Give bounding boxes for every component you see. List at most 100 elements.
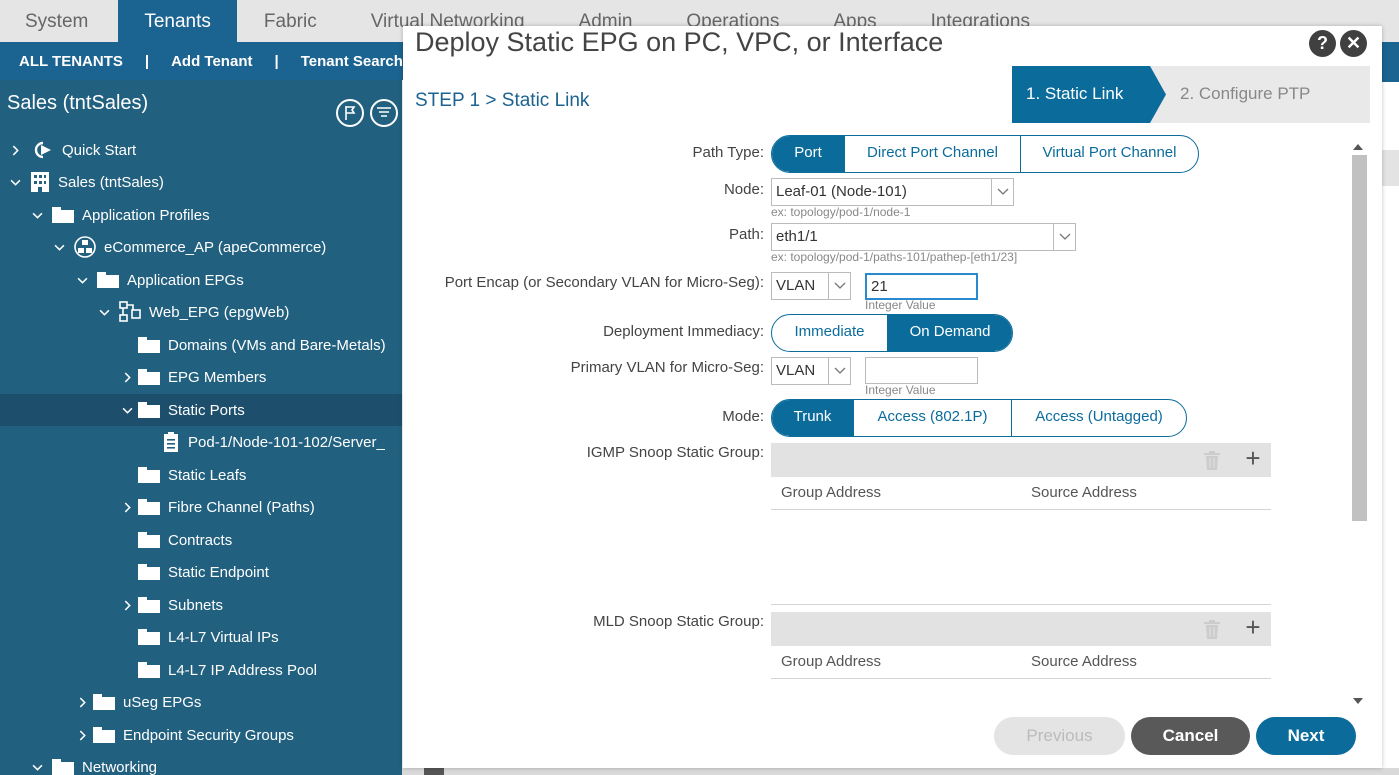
dialog-title: Deploy Static EPG on PC, VPC, or Interfa… [415,27,944,57]
background-header [1382,42,1399,82]
mode-access-untagged-option[interactable]: Access (Untagged) [1011,400,1186,436]
tree-item-application-epgs[interactable]: Application EPGs [0,264,402,296]
tree-item-endpoint-security-groups[interactable]: Endpoint Security Groups [0,719,402,751]
mld-column-group-address[interactable]: Group Address [781,653,881,670]
add-tenant-link[interactable]: Add Tenant [171,53,252,70]
chevron-right-icon[interactable] [75,695,89,709]
tree-item-l4-l7-virtual-ips[interactable]: L4-L7 Virtual IPs [0,621,402,653]
path-label: Path: [728,226,764,243]
primary-vlan-type-select[interactable]: VLAN [771,357,851,385]
path-type-direct-port-channel-option[interactable]: Direct Port Channel [844,136,1020,172]
wizard-step-configure-ptp[interactable]: 2. Configure PTP [1180,66,1310,121]
path-type-port-option[interactable]: Port [772,136,844,172]
tree-item-domains[interactable]: Domains (VMs and Bare-Metals) [0,329,402,361]
tree-item-application-profiles[interactable]: Application Profiles [0,199,402,231]
folder-icon [138,564,160,580]
tree-item-static-port-entry[interactable]: Pod-1/Node-101-102/Server_ [0,426,402,458]
trash-icon[interactable] [1201,449,1223,471]
chevron-right-icon[interactable] [75,728,89,742]
document-icon [164,432,178,452]
deployment-immediacy-label: Deployment Immediacy: [603,323,764,340]
chevron-down-icon[interactable] [75,273,89,287]
chevron-down-icon[interactable] [1053,224,1075,250]
mode-access-8021p-option[interactable]: Access (802.1P) [853,400,1011,436]
cancel-button[interactable]: Cancel [1131,717,1250,755]
mld-table-toolbar: + [771,612,1271,646]
chevron-right-icon[interactable] [8,143,22,157]
chevron-down-icon[interactable] [828,358,850,384]
tree-item-label: Networking [82,758,158,775]
tree-item-static-leafs[interactable]: Static Leafs [0,459,402,491]
tree-item-tenant[interactable]: Sales (tntSales) [0,166,402,198]
tree-item-label: Static Endpoint [168,563,269,581]
folder-icon [138,629,160,645]
folder-icon [52,207,74,223]
path-select-value: eth1/1 [776,228,818,245]
port-encap-type-select[interactable]: VLAN [771,272,851,300]
all-tenants-link[interactable]: ALL TENANTS [19,53,123,70]
plus-icon[interactable]: + [1241,614,1265,640]
trash-icon[interactable] [1201,618,1223,640]
mld-snoop-label: MLD Snoop Static Group: [593,613,764,630]
primary-vlan-input[interactable] [865,357,978,384]
tree-item-epg-members[interactable]: EPG Members [0,361,402,393]
flag-icon[interactable] [336,99,364,127]
mode-trunk-option[interactable]: Trunk [772,400,853,436]
tab-system[interactable]: System [0,0,118,42]
tab-tenants[interactable]: Tenants [118,0,237,42]
tree-item-fibre-channel[interactable]: Fibre Channel (Paths) [0,491,402,523]
chevron-right-icon[interactable] [120,500,134,514]
deployment-on-demand-option[interactable]: On Demand [887,315,1012,351]
folder-icon [93,694,115,710]
tree-item-web-epg[interactable]: Web_EPG (epgWeb) [0,296,402,328]
tree-item-useg-epgs[interactable]: uSeg EPGs [0,686,402,718]
folder-icon [97,272,119,288]
help-button[interactable]: ? [1309,30,1336,57]
scroll-up-icon[interactable] [1353,144,1363,150]
port-encap-label: Port Encap (or Secondary VLAN for Micro-… [444,274,764,291]
plus-icon[interactable]: + [1241,445,1265,471]
port-encap-vlan-input[interactable]: 21 [865,273,978,300]
path-select[interactable]: eth1/1 [771,223,1076,251]
tree-item-ecommerce-ap[interactable]: eCommerce_AP (apeCommerce) [0,231,402,263]
background-scrollbar [402,768,1399,775]
deployment-immediate-option[interactable]: Immediate [772,315,887,351]
chevron-down-icon[interactable] [30,760,44,774]
igmp-column-source-address[interactable]: Source Address [1031,484,1137,501]
chevron-down-icon[interactable] [30,208,44,222]
tree-item-contracts[interactable]: Contracts [0,524,402,556]
scroll-down-icon[interactable] [1353,698,1363,704]
wizard-step-static-link[interactable]: 1. Static Link [1012,66,1166,123]
chevron-down-icon[interactable] [8,175,22,189]
form-scrollbar[interactable] [1348,139,1369,707]
tree-item-static-ports[interactable]: Static Ports [0,394,402,426]
scrollbar-thumb[interactable] [1352,155,1367,521]
chevron-down-icon[interactable] [991,179,1013,205]
tree-item-label: Application EPGs [127,271,244,289]
mld-column-source-address[interactable]: Source Address [1031,653,1137,670]
node-select[interactable]: Leaf-01 (Node-101) [771,178,1014,206]
deploy-static-epg-dialog: Deploy Static EPG on PC, VPC, or Interfa… [403,26,1382,768]
igmp-column-group-address[interactable]: Group Address [781,484,881,501]
chevron-down-icon[interactable] [120,403,134,417]
chevron-down-icon[interactable] [52,240,66,254]
wizard-steps: 1. Static Link 2. Configure PTP [1012,66,1370,123]
previous-button[interactable]: Previous [994,717,1125,755]
filter-icon[interactable] [370,99,398,127]
tree-item-static-endpoint[interactable]: Static Endpoint [0,556,402,588]
tab-fabric[interactable]: Fabric [237,0,344,42]
tree-item-label: Static Leafs [168,466,247,484]
next-button[interactable]: Next [1256,717,1356,755]
tree-item-networking[interactable]: Networking [0,751,402,775]
tree-item-quick-start[interactable]: Quick Start [0,134,402,166]
close-button[interactable]: ✕ [1340,30,1367,57]
tree-item-l4-l7-ip-pool[interactable]: L4-L7 IP Address Pool [0,654,402,686]
tree-item-subnets[interactable]: Subnets [0,589,402,621]
tree-item-label: Sales (tntSales) [58,173,164,191]
chevron-down-icon[interactable] [97,305,111,319]
chevron-right-icon[interactable] [120,598,134,612]
folder-icon [138,499,160,515]
path-type-virtual-port-channel-option[interactable]: Virtual Port Channel [1020,136,1198,172]
chevron-down-icon[interactable] [828,273,850,299]
chevron-right-icon[interactable] [120,370,134,384]
